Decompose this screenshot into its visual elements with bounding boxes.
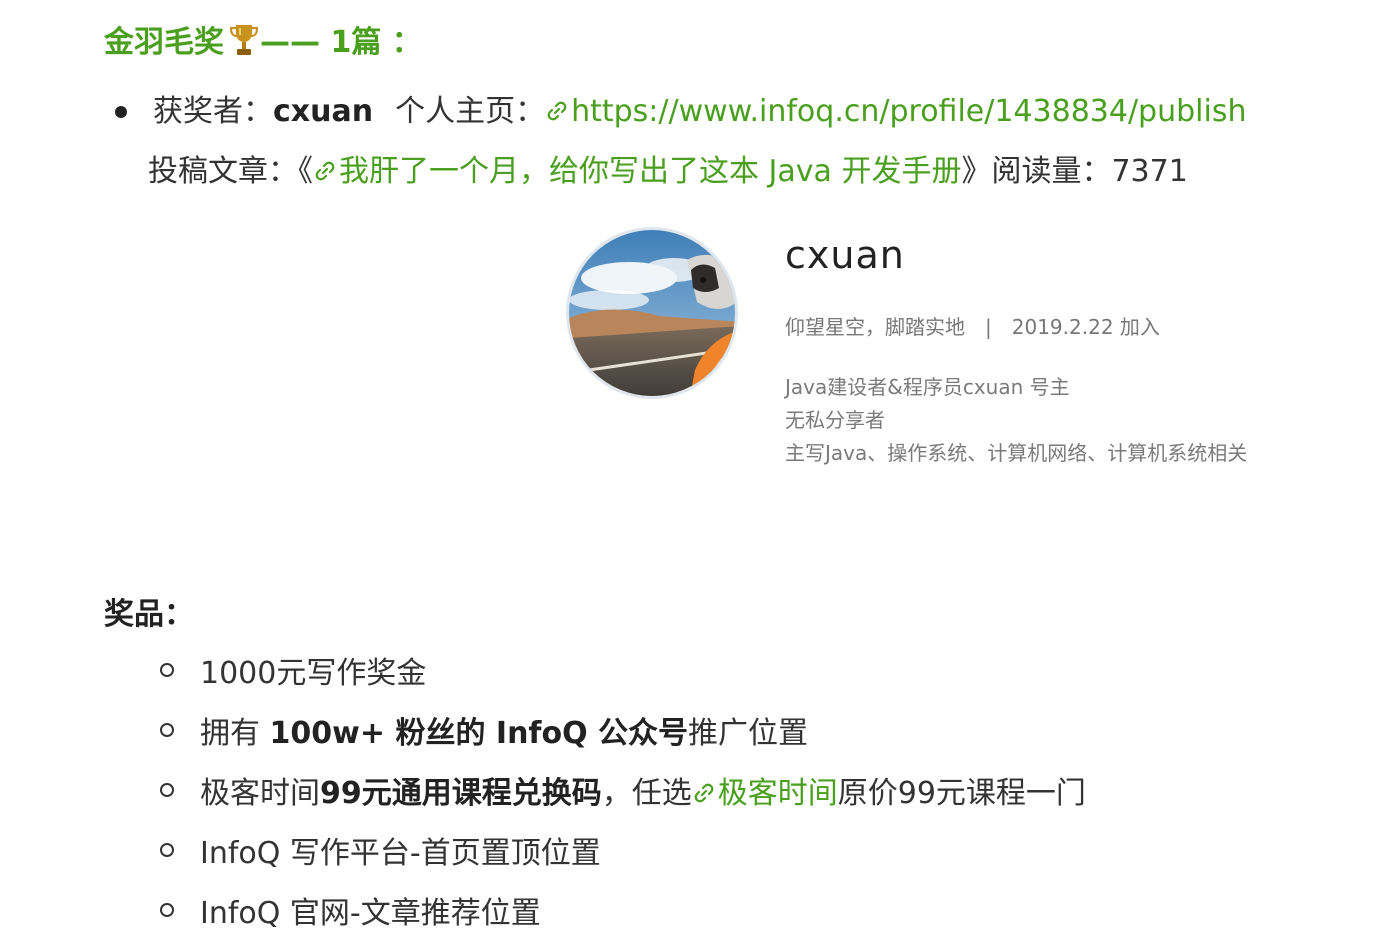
profile-meta: 仰望星空，脚踏实地 | 2019.2.22 加入 (785, 311, 1160, 340)
prize-item: InfoQ 官网-文章推荐位置 (160, 892, 541, 936)
avatar[interactable] (566, 227, 738, 399)
homepage-url: https://www.infoq.cn/profile/1438834/pub… (571, 94, 1247, 129)
link-icon (547, 101, 567, 121)
winner-label: 获奖者： (153, 94, 273, 129)
profile-motto: 仰望星空，脚踏实地 (785, 315, 965, 339)
profile-joined: 2019.2.22 加入 (1011, 315, 1160, 339)
profile-bio-line: 主写Java、操作系统、计算机网络、计算机系统相关 (785, 441, 1248, 465)
article-line: 投稿文章：《 我肝了一个月，给你写出了这本 Java 开发手册》阅读量：7371 (148, 150, 1188, 194)
prize-text: 原价99元课程一门 (837, 776, 1086, 811)
article-link[interactable]: 我肝了一个月，给你写出了这本 Java 开发手册 (313, 154, 961, 189)
homepage-label: 个人主页： (395, 94, 546, 129)
article-label: 投稿文章： (148, 154, 298, 189)
reads-label: 阅读量： (991, 154, 1112, 189)
article-open-quote: 《 (298, 154, 313, 189)
homepage-link[interactable]: https://www.infoq.cn/profile/1438834/pub… (545, 94, 1246, 129)
prize-item: InfoQ 写作平台-首页置顶位置 (160, 832, 601, 876)
meta-separator: | (985, 315, 992, 339)
prize-text: 拥有 (200, 716, 270, 751)
list-circle (160, 663, 174, 677)
prize-text: 推广位置 (688, 716, 809, 751)
trophy-icon (230, 25, 258, 55)
article-close-quote: 》 (961, 154, 992, 189)
winner-line: 获奖者：cxuan 个人主页： https://www.infoq.cn/profi… (153, 90, 1246, 134)
winner-name: cxuan (273, 94, 374, 129)
link-icon (694, 783, 714, 803)
prizes-title: 奖品： (104, 597, 194, 632)
article-title: 我肝了一个月，给你写出了这本 Java 开发手册 (339, 154, 962, 189)
list-bullet (115, 106, 127, 118)
prize-text: InfoQ 写作平台-首页置顶位置 (200, 836, 601, 871)
list-circle (160, 843, 174, 857)
reads-count: 7371 (1111, 154, 1188, 189)
award-heading: 金羽毛奖 —— 1篇 ： (104, 22, 422, 64)
list-circle (160, 903, 174, 917)
award-title: 金羽毛奖 (104, 25, 224, 60)
prize-item: 极客时间99元通用课程兑换码，任选 极客时间原价99元课程一门 (160, 772, 1086, 816)
profile-bio-line: Java建设者&程序员cxuan 号主 (785, 375, 1070, 399)
list-circle (160, 783, 174, 797)
prize-bold: 99元通用课程兑换码 (320, 776, 602, 811)
award-count: —— 1篇 ： (260, 25, 422, 60)
link-icon (315, 161, 335, 181)
prize-text: InfoQ 官网-文章推荐位置 (200, 896, 541, 931)
geektime-link-text: 极客时间 (717, 776, 838, 811)
prize-text: 1000元写作奖金 (200, 656, 427, 691)
prize-text: 极客时间 (200, 776, 320, 811)
prize-item: 1000元写作奖金 (160, 652, 426, 696)
profile-bio-line: 无私分享者 (785, 408, 885, 432)
geektime-link[interactable]: 极客时间 (692, 776, 838, 811)
list-circle (160, 723, 174, 737)
prize-bold: 100w+ 粉丝的 InfoQ 公众号 (269, 716, 689, 751)
profile-card: cxuan 仰望星空，脚踏实地 | 2019.2.22 加入 Java建设者&程序员… (540, 215, 1320, 485)
prize-text: ，任选 (601, 776, 692, 811)
avatar-image (569, 230, 735, 396)
prize-item: 拥有 100w+ 粉丝的 InfoQ 公众号推广位置 (160, 712, 808, 756)
profile-name: cxuan (785, 233, 905, 277)
